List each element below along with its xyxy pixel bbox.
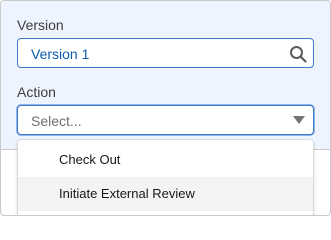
- action-select[interactable]: Select...: [17, 105, 314, 135]
- menu-item-label: Initiate External Review: [59, 186, 195, 201]
- version-label: Version: [17, 17, 64, 33]
- dialog-frame: Version Version 1 Action Select... Check…: [0, 0, 331, 216]
- chevron-down-icon[interactable]: [293, 116, 305, 124]
- action-dropdown-menu: Check Out Initiate External Review: [17, 139, 314, 215]
- action-label: Action: [17, 84, 56, 100]
- menu-item-initiate-external-review[interactable]: Initiate External Review: [18, 177, 313, 211]
- menu-item-label: Check Out: [59, 152, 121, 167]
- form-panel: Version Version 1 Action Select...: [1, 1, 330, 150]
- menu-item-check-out[interactable]: Check Out: [18, 143, 313, 177]
- action-placeholder: Select...: [31, 113, 82, 129]
- version-lookup-input[interactable]: Version 1: [17, 38, 314, 68]
- search-icon[interactable]: [289, 45, 307, 63]
- version-value: Version 1: [31, 46, 90, 62]
